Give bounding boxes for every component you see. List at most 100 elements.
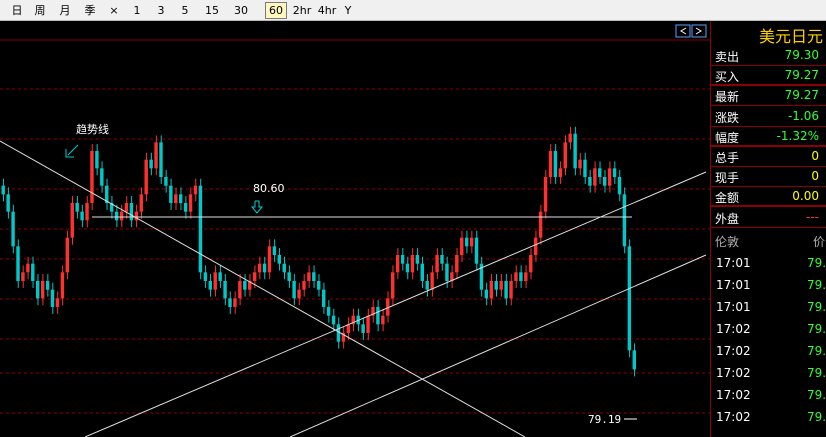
candle-body — [622, 194, 627, 247]
quote-label: 买入 — [715, 70, 740, 84]
quote-value: 0.00 — [792, 189, 819, 203]
tick-price: 79.2 — [807, 300, 826, 314]
candle-body — [90, 151, 94, 203]
candle-body — [119, 211, 124, 221]
candle-body — [124, 203, 129, 212]
tick-price: 79.2 — [807, 256, 826, 270]
candle-body — [257, 263, 262, 273]
period-day-button[interactable]: 日 — [8, 2, 26, 19]
candle-body — [425, 281, 429, 290]
candle-body — [1, 185, 5, 195]
scroll-right-button[interactable] — [691, 24, 707, 38]
price-chart[interactable]: 趋势线 80.60 79.19 — [0, 21, 710, 437]
candle-body — [538, 211, 543, 238]
candle-body — [400, 255, 405, 264]
candle-body — [598, 168, 602, 177]
candle-body — [85, 203, 89, 221]
tick-time: 17:02 — [716, 322, 751, 336]
candle-body — [381, 315, 385, 325]
tick-row: 17:02 79.2 — [711, 341, 826, 363]
candle-body — [159, 142, 163, 177]
period-1-button[interactable]: 1 — [128, 2, 146, 19]
candle-body — [593, 168, 597, 186]
candle-body — [326, 307, 331, 316]
quote-value: --- — [806, 210, 819, 224]
candle-body — [331, 315, 336, 325]
period-4hr-button[interactable]: 4hr — [315, 2, 339, 19]
period-5-button[interactable]: 5 — [176, 2, 194, 19]
candle-body — [95, 151, 99, 169]
candle-body — [464, 237, 469, 247]
ticks-header-price: 价 — [813, 235, 826, 249]
candle-body — [440, 255, 444, 264]
candle-body — [632, 350, 636, 370]
candle-body — [129, 203, 134, 221]
candle-body — [302, 281, 306, 290]
quote-panel: 美元日元 卖出 79.30 买入 79.27 最新 79.27 涨跌 -1.06 幅度 -1.32… — [710, 21, 826, 437]
candle-body — [430, 272, 434, 290]
candle-body — [588, 177, 592, 186]
candle-body — [36, 281, 40, 299]
candle-body — [267, 246, 272, 273]
quote-label: 涨跌 — [715, 111, 740, 125]
candle-body — [233, 298, 237, 307]
period-30-button[interactable]: 30 — [227, 2, 255, 19]
candle-body — [277, 255, 282, 264]
candle-body — [100, 168, 104, 186]
tick-price: 79.2 — [807, 278, 826, 292]
quote-value: 79.27 — [784, 68, 819, 82]
candle-body — [21, 272, 25, 281]
candle-body — [583, 159, 587, 177]
quote-label: 幅度 — [715, 131, 740, 145]
period-year-button[interactable]: Y — [340, 2, 356, 19]
candle-body — [395, 255, 400, 273]
candle-body — [228, 298, 232, 307]
ticks-header-time: 伦敦 — [715, 235, 740, 249]
candle-body — [139, 194, 143, 212]
candle-body — [292, 281, 296, 299]
candle-body — [558, 168, 563, 177]
candle-body — [489, 281, 494, 299]
candle-body — [607, 168, 612, 186]
tick-price: 79.2 — [807, 322, 826, 336]
candle-body — [474, 237, 479, 264]
candle-body — [272, 246, 277, 255]
candle-body — [11, 211, 15, 247]
candle-body — [6, 194, 10, 212]
candle-body — [188, 194, 193, 212]
trend-line-label: 趋势线 — [76, 122, 109, 136]
symbol-title: 美元日元 — [758, 27, 823, 46]
candle-body — [366, 315, 370, 333]
quote-row: 卖出 79.30 — [711, 46, 826, 66]
candle-body — [50, 289, 55, 307]
period-quarter-button[interactable]: 季 — [80, 2, 100, 19]
candle-body — [499, 281, 503, 290]
candle-body — [297, 289, 301, 299]
tick-row: 17:02 79.2 — [711, 363, 826, 385]
candle-body — [361, 324, 365, 333]
period-month-button[interactable]: 月 — [55, 2, 75, 19]
dashed-grid — [0, 88, 710, 414]
candle-body — [312, 272, 316, 281]
candle-body — [144, 159, 148, 195]
candle-body — [31, 263, 35, 281]
period-week-button[interactable]: 周 — [30, 2, 50, 19]
scroll-left-button[interactable] — [675, 24, 691, 38]
candle-body — [70, 203, 74, 238]
candle-body — [445, 263, 449, 281]
quote-row: 幅度 -1.32% — [711, 127, 826, 147]
candle-body — [203, 272, 208, 281]
candle-body — [519, 272, 523, 281]
period-2hr-button[interactable]: 2hr — [290, 2, 314, 19]
quote-row: 最新 79.27 — [711, 86, 826, 106]
period-3-button[interactable]: 3 — [152, 2, 170, 19]
period-60-button[interactable]: 60 — [265, 2, 287, 19]
level-arrow-down-icon — [250, 200, 264, 214]
tick-row: 17:02 79.2 — [711, 319, 826, 341]
candle-body — [193, 185, 198, 195]
candle-body — [223, 281, 227, 299]
trend-line-channel-upper — [84, 171, 707, 437]
period-15-button[interactable]: 15 — [200, 2, 224, 19]
period-x-button[interactable]: × — [107, 2, 121, 19]
candle-body — [563, 142, 567, 169]
